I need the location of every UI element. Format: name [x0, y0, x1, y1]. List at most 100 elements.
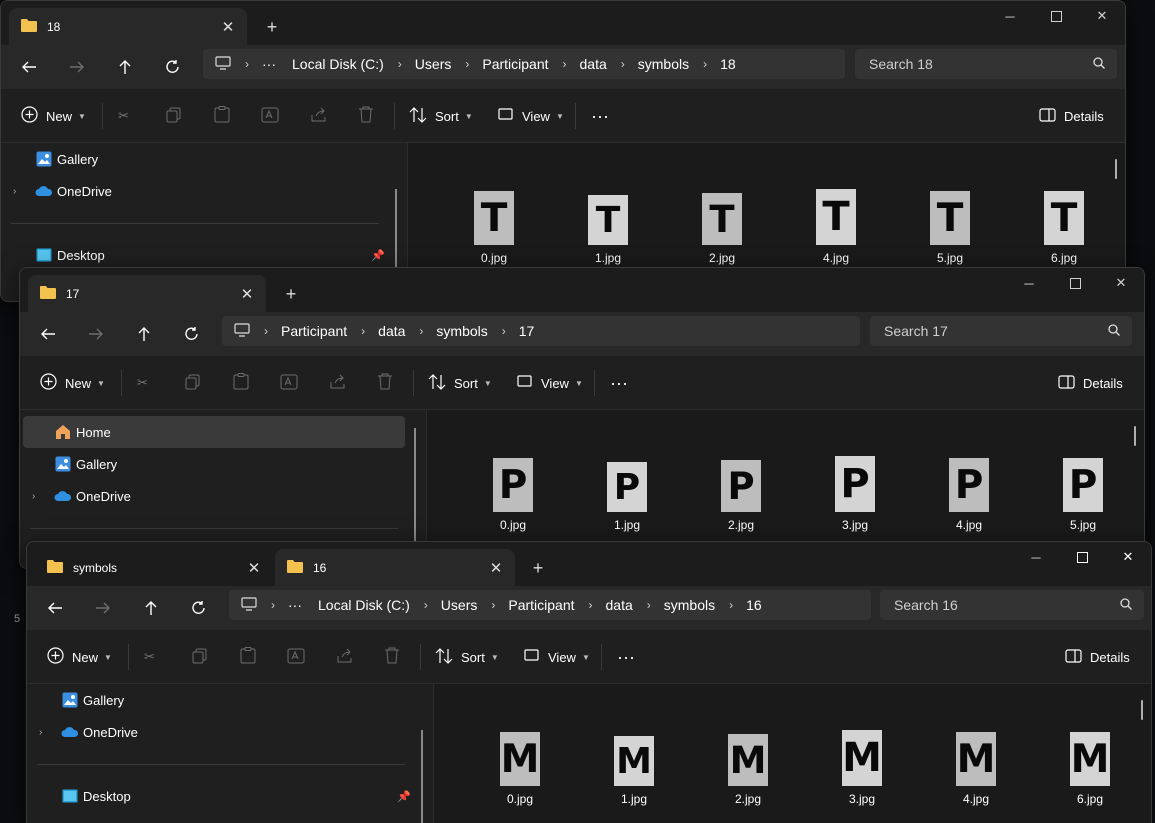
view-button[interactable]: View ▼	[498, 103, 564, 129]
minimize-button[interactable]: ─	[987, 1, 1033, 31]
breadcrumb-item[interactable]: Local Disk (C:)	[292, 56, 384, 72]
file-item[interactable]: P 5.jpg	[1043, 458, 1123, 532]
refresh-button[interactable]	[183, 594, 215, 622]
cut-button[interactable]: ✂	[137, 370, 148, 396]
close-window-button[interactable]: ✕	[1098, 268, 1144, 298]
file-item[interactable]: T 5.jpg	[910, 191, 990, 265]
breadcrumb-item[interactable]: data	[606, 597, 633, 613]
breadcrumb-item[interactable]: Participant	[281, 323, 347, 339]
refresh-button[interactable]	[176, 320, 208, 348]
breadcrumb-item[interactable]: data	[378, 323, 405, 339]
file-item[interactable]: M 1.jpg	[594, 736, 674, 806]
file-item[interactable]: P 3.jpg	[815, 456, 895, 532]
delete-button[interactable]	[358, 103, 374, 129]
copy-button[interactable]	[185, 370, 201, 396]
minimize-button[interactable]: ─	[1006, 268, 1052, 298]
file-item[interactable]: P 4.jpg	[929, 458, 1009, 532]
breadcrumb-item[interactable]: 18	[720, 56, 736, 72]
back-button[interactable]	[13, 53, 45, 81]
file-item[interactable]: M 6.jpg	[1050, 732, 1130, 806]
details-button[interactable]: Details	[1065, 644, 1130, 670]
file-item[interactable]: M 4.jpg	[936, 732, 1016, 806]
file-item[interactable]: P 0.jpg	[473, 458, 553, 532]
more-options-button[interactable]: ···	[610, 370, 628, 396]
breadcrumb-item[interactable]: Users	[415, 56, 452, 72]
close-tab-icon[interactable]: ✕	[245, 559, 263, 577]
forward-button[interactable]	[61, 53, 93, 81]
new-button[interactable]: New ▼	[40, 370, 105, 396]
sort-button[interactable]: Sort ▼	[409, 103, 473, 129]
share-button[interactable]	[336, 644, 354, 670]
new-button[interactable]: New ▼	[47, 644, 112, 670]
scrollbar[interactable]	[1141, 700, 1143, 720]
address-bar[interactable]: › ··· › Local Disk (C:) › Users › Particip…	[229, 590, 871, 620]
details-button[interactable]: Details	[1039, 103, 1104, 129]
nav-item-gallery[interactable]: Gallery	[20, 448, 426, 480]
new-tab-button[interactable]: +	[278, 281, 304, 307]
nav-item-home[interactable]: Home	[23, 416, 405, 448]
up-button[interactable]	[128, 320, 160, 348]
scrollbar[interactable]	[1115, 159, 1117, 179]
file-item[interactable]: T 2.jpg	[682, 193, 762, 265]
copy-button[interactable]	[166, 103, 182, 129]
paste-button[interactable]	[233, 370, 249, 396]
search-input[interactable]: Search 18	[855, 49, 1117, 79]
tab-16[interactable]: 16 ✕	[275, 549, 515, 586]
up-button[interactable]	[109, 53, 141, 81]
minimize-button[interactable]: ─	[1013, 542, 1059, 572]
refresh-button[interactable]	[157, 53, 189, 81]
copy-button[interactable]	[192, 644, 208, 670]
delete-button[interactable]	[384, 644, 400, 670]
rename-button[interactable]	[261, 103, 279, 129]
maximize-button[interactable]	[1059, 542, 1105, 572]
nav-item-onedrive[interactable]: › OneDrive	[1, 175, 407, 207]
address-bar[interactable]: › Participant › data › symbols › 17	[222, 316, 860, 346]
breadcrumb-item[interactable]: Participant	[508, 597, 574, 613]
tab-17[interactable]: 17 ✕	[28, 275, 266, 312]
share-button[interactable]	[329, 370, 347, 396]
chevron-right-icon[interactable]: ›	[32, 491, 35, 502]
file-item[interactable]: P 1.jpg	[587, 462, 667, 532]
file-item[interactable]: M 3.jpg	[822, 730, 902, 806]
breadcrumb-item[interactable]: data	[580, 56, 607, 72]
breadcrumb-item[interactable]: symbols	[664, 597, 715, 613]
new-tab-button[interactable]: +	[259, 14, 285, 40]
file-item[interactable]: P 2.jpg	[701, 460, 781, 532]
breadcrumb-item[interactable]: symbols	[638, 56, 689, 72]
paste-button[interactable]	[240, 644, 256, 670]
file-item[interactable]: M 0.jpg	[480, 732, 560, 806]
file-item[interactable]: T 6.jpg	[1024, 191, 1104, 265]
file-item[interactable]: T 0.jpg	[454, 191, 534, 265]
forward-button[interactable]	[80, 320, 112, 348]
view-button[interactable]: View ▼	[517, 370, 583, 396]
scrollbar[interactable]	[1134, 426, 1136, 446]
nav-item-desktop[interactable]: Desktop 📌	[27, 780, 433, 812]
more-options-button[interactable]: ···	[591, 103, 609, 129]
scrollbar[interactable]	[421, 730, 423, 823]
file-item[interactable]: T 4.jpg	[796, 189, 876, 265]
maximize-button[interactable]	[1033, 1, 1079, 31]
file-item[interactable]: M 2.jpg	[708, 734, 788, 806]
up-button[interactable]	[135, 594, 167, 622]
paste-button[interactable]	[214, 103, 230, 129]
search-input[interactable]: Search 17	[870, 316, 1132, 346]
rename-button[interactable]	[287, 644, 305, 670]
file-item[interactable]: T 1.jpg	[568, 195, 648, 265]
back-button[interactable]	[32, 320, 64, 348]
delete-button[interactable]	[377, 370, 393, 396]
nav-item-onedrive[interactable]: › OneDrive	[27, 716, 433, 748]
cut-button[interactable]: ✂	[144, 644, 155, 670]
more-crumbs-icon[interactable]: ···	[262, 56, 276, 72]
close-window-button[interactable]: ✕	[1079, 1, 1125, 31]
nav-item-gallery[interactable]: Gallery	[1, 143, 407, 175]
close-tab-icon[interactable]: ✕	[487, 559, 505, 577]
new-tab-button[interactable]: +	[525, 555, 551, 581]
more-options-button[interactable]: ···	[617, 644, 635, 670]
scrollbar[interactable]	[414, 428, 416, 548]
breadcrumb-item[interactable]: 16	[746, 597, 762, 613]
cut-button[interactable]: ✂	[118, 103, 129, 129]
nav-item-onedrive[interactable]: › OneDrive	[20, 480, 426, 512]
close-tab-icon[interactable]: ✕	[238, 285, 256, 303]
breadcrumb-item[interactable]: Local Disk (C:)	[318, 597, 410, 613]
tab-18[interactable]: 18 ✕	[9, 8, 247, 45]
